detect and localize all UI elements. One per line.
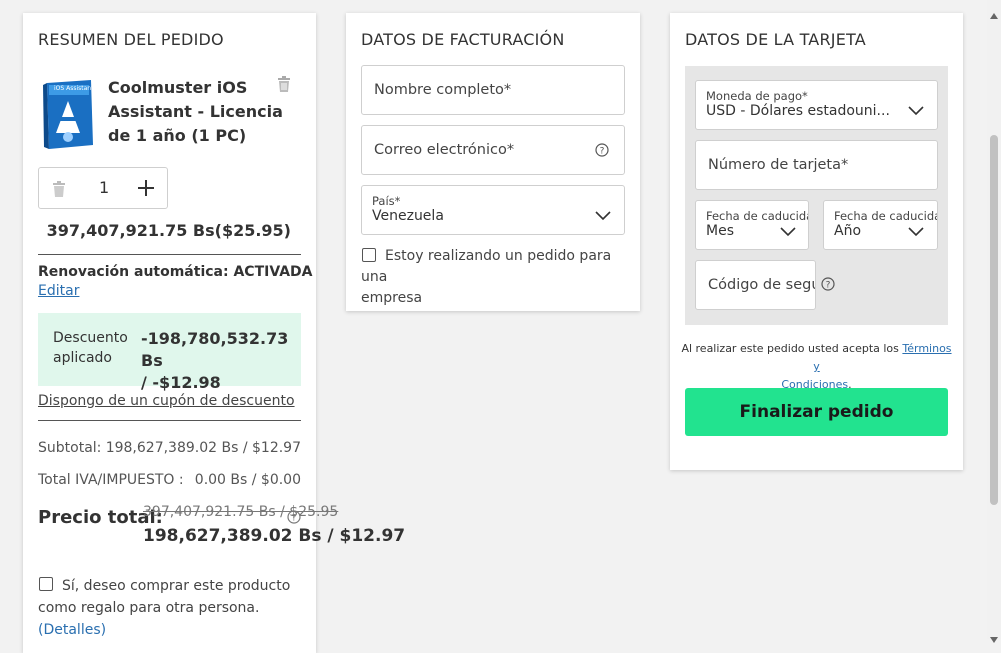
product-name-line: Assistant - Licencia — [108, 102, 283, 121]
expiry-month-label: Fecha de caducidad* — [706, 209, 808, 223]
discount-box: Descuento aplicado -198,780,532.73 Bs / … — [38, 313, 301, 392]
card-form-area: Moneda de pago* USD - Dólares estadouni.… — [685, 66, 948, 325]
discount-label: Descuento aplicado — [53, 328, 128, 368]
scrollbar-thumb[interactable] — [990, 135, 998, 505]
product-name-line: de 1 año (1 PC) — [108, 126, 247, 145]
divider — [38, 420, 301, 421]
expiry-year-select[interactable]: Fecha de caducidad* Año — [823, 200, 938, 250]
currency-label: Moneda de pago* — [706, 89, 808, 103]
card-number-field[interactable]: Número de tarjeta* — [695, 140, 938, 190]
expiry-year-value: Año — [834, 223, 862, 239]
company-text: Estoy realizando un pedido para una empr… — [361, 246, 640, 309]
expiry-month-select[interactable]: Fecha de caducidad* Mes — [695, 200, 809, 250]
quantity-stepper[interactable]: 1 — [38, 167, 168, 209]
billing-title: DATOS DE FACTURACIÓN — [361, 30, 565, 49]
quantity-trash-icon[interactable] — [52, 181, 66, 201]
tax-label: Total IVA/IMPUESTO : — [38, 472, 184, 488]
email-placeholder: Correo electrónico* — [374, 142, 515, 158]
chevron-down-icon — [595, 206, 611, 221]
company-text-line: empresa — [361, 290, 423, 306]
divider — [38, 254, 301, 255]
scroll-down-arrow-icon[interactable] — [990, 628, 998, 647]
product-name: Coolmuster iOS Assistant - Licencia de 1… — [108, 76, 283, 148]
subtotal-value: 198,627,389.02 Bs / $12.97 — [105, 440, 301, 456]
edit-renewal-link[interactable]: Editar — [38, 283, 79, 299]
cvv-placeholder: Código de segu — [708, 277, 816, 293]
discount-value-line: -198,780,532.73 Bs — [141, 329, 289, 370]
terms-prefix: Al realizar este pedido usted acepta los — [681, 342, 903, 355]
new-total: 198,627,389.02 Bs / $12.97 — [143, 526, 406, 546]
coupon-link[interactable]: Dispongo de un cupón de descuento — [38, 393, 295, 409]
page-scrollbar[interactable] — [987, 0, 1001, 643]
cvv-help-icon[interactable]: ? — [821, 276, 835, 295]
submit-order-button[interactable]: Finalizar pedido — [685, 388, 948, 436]
chevron-down-icon — [780, 222, 796, 237]
tax-value: 0.00 Bs / $0.00 — [194, 472, 301, 488]
discount-value-line: / -$12.98 — [141, 373, 221, 392]
currency-select[interactable]: Moneda de pago* USD - Dólares estadouni.… — [695, 80, 938, 130]
full-name-placeholder: Nombre completo* — [374, 82, 512, 98]
scroll-up-arrow-icon[interactable] — [990, 4, 998, 23]
svg-text:?: ? — [826, 281, 831, 291]
gift-text-line: Sí, deseo comprar este producto — [62, 578, 291, 594]
email-field[interactable]: Correo electrónico* ? — [361, 125, 625, 175]
card-panel: DATOS DE LA TARJETA Moneda de pago* USD … — [670, 13, 963, 470]
billing-panel: DATOS DE FACTURACIÓN Nombre completo* Co… — [346, 13, 640, 311]
discount-value: -198,780,532.73 Bs / -$12.98 — [141, 328, 301, 394]
product-box-image: iOS Assistant — [41, 79, 97, 151]
chevron-down-icon — [908, 101, 924, 116]
country-value: Venezuela — [372, 208, 444, 224]
gift-text-line: como regalo para otra persona. — [38, 600, 260, 616]
plus-icon[interactable] — [137, 179, 155, 201]
remove-product-trash-icon[interactable] — [277, 76, 291, 96]
product-name-line: Coolmuster iOS — [108, 78, 248, 97]
chevron-down-icon — [908, 222, 924, 237]
country-label: País* — [372, 194, 401, 208]
expiry-year-label: Fecha de caducidad* — [834, 209, 937, 223]
order-summary-panel: RESUMEN DEL PEDIDO iOS Assistant Coolmus… — [23, 13, 405, 653]
quantity-value[interactable]: 1 — [99, 178, 109, 197]
expiry-month-value: Mes — [706, 223, 734, 239]
svg-text:?: ? — [292, 514, 297, 524]
product-price: 397,407,921.75 Bs($25.95) — [46, 221, 291, 240]
cvv-field[interactable]: Código de segu — [695, 260, 816, 310]
svg-text:?: ? — [600, 147, 605, 157]
subtotal-label: Subtotal: — [38, 440, 102, 456]
submit-order-label[interactable]: Finalizar pedido — [740, 402, 894, 422]
company-text-line: Estoy realizando un pedido para una — [361, 248, 612, 285]
country-select[interactable]: País* Venezuela — [361, 185, 625, 235]
discount-label-line: Descuento — [53, 330, 128, 346]
full-name-field[interactable]: Nombre completo* — [361, 65, 625, 115]
currency-value: USD - Dólares estadouni... — [706, 103, 890, 119]
card-title: DATOS DE LA TARJETA — [685, 30, 866, 49]
details-link[interactable]: (Detalles) — [38, 619, 290, 641]
terms-text: Al realizar este pedido usted acepta los… — [680, 340, 953, 394]
product-box-label: iOS Assistant — [54, 85, 94, 92]
order-summary-title: RESUMEN DEL PEDIDO — [38, 30, 224, 49]
auto-renewal-status: Renovación automática: ACTIVADA — [38, 264, 313, 280]
help-icon[interactable]: ? — [595, 142, 609, 161]
discount-label-line: aplicado — [53, 350, 112, 366]
card-number-placeholder: Número de tarjeta* — [708, 157, 849, 173]
old-total: 397,407,921.75 Bs / $25.95 — [143, 504, 339, 520]
gift-text: Sí, deseo comprar este producto como reg… — [38, 575, 290, 641]
